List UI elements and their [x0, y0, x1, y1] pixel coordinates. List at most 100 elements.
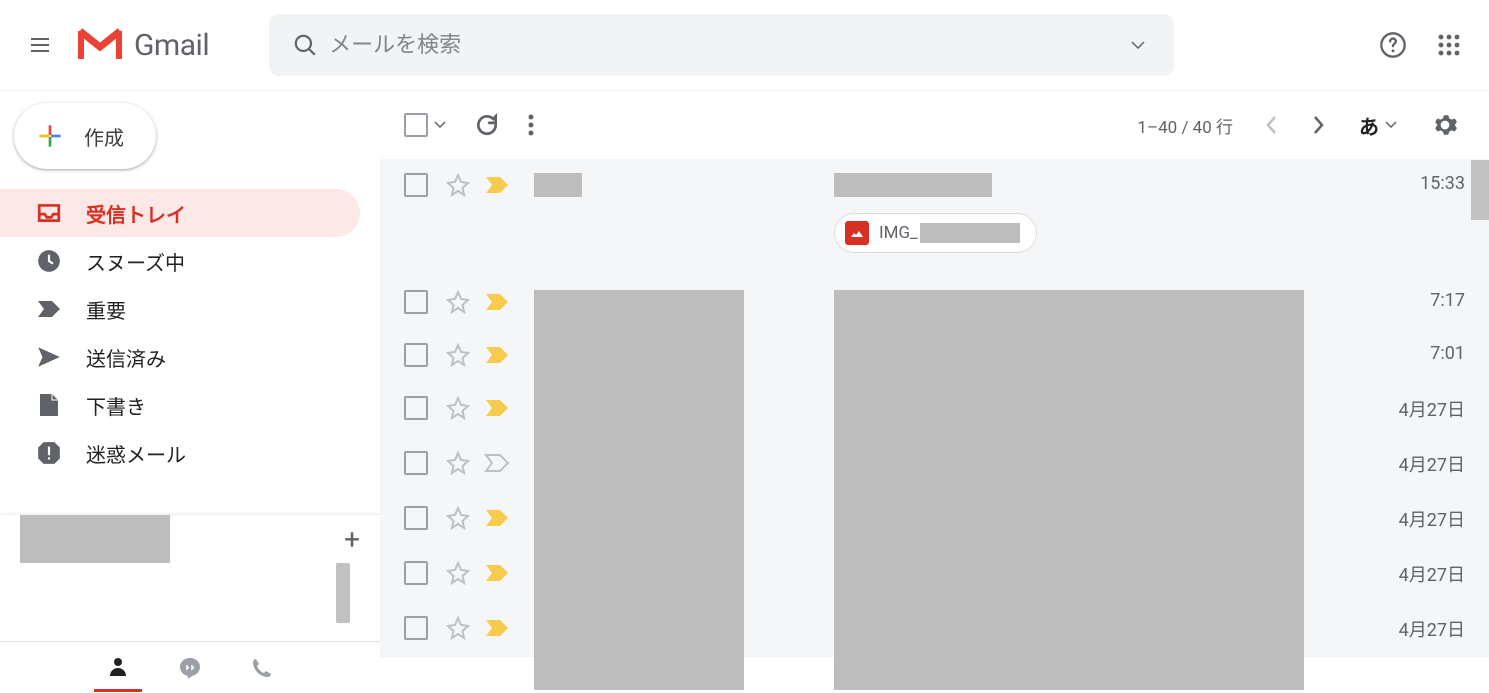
sidebar-item-spam[interactable]: 迷惑メール	[0, 429, 360, 477]
pager-next-button[interactable]	[1299, 105, 1339, 145]
chevron-down-icon	[1131, 41, 1145, 49]
subject-column-redacted	[834, 290, 1304, 690]
important-marker-icon[interactable]	[484, 453, 510, 473]
subject-redacted	[834, 173, 992, 197]
mail-row[interactable]: IMG_ 15:33	[380, 159, 1489, 276]
google-apps-button[interactable]	[1425, 21, 1473, 69]
sidebar-item-label: 送信済み	[86, 343, 166, 372]
draft-icon	[36, 392, 62, 418]
main-menu-button[interactable]	[16, 21, 64, 69]
important-marker-icon[interactable]	[484, 345, 510, 365]
star-icon[interactable]	[446, 343, 470, 367]
row-date: 4月27日	[1379, 561, 1465, 587]
row-checkbox[interactable]	[404, 506, 428, 530]
gmail-logo[interactable]: Gmail	[76, 27, 209, 63]
row-checkbox[interactable]	[404, 451, 428, 475]
sidebar-item-important[interactable]: 重要	[0, 285, 360, 333]
input-method-button[interactable]: あ	[1359, 111, 1397, 140]
settings-button[interactable]	[1425, 105, 1465, 145]
row-date: 7:17	[1410, 290, 1465, 311]
sidebar-item-label: 受信トレイ	[86, 199, 186, 228]
pager: 1–40 / 40 行 あ	[1137, 105, 1465, 145]
row-checkbox[interactable]	[404, 616, 428, 640]
star-icon[interactable]	[446, 506, 470, 530]
row-date: 4月27日	[1379, 506, 1465, 532]
page-scrollbar[interactable]	[1471, 160, 1489, 220]
important-marker-icon[interactable]	[484, 618, 510, 638]
lang-label: あ	[1359, 111, 1379, 140]
chevron-right-icon	[1313, 115, 1325, 135]
pager-text: 1–40 / 40 行	[1137, 113, 1233, 138]
important-marker-icon[interactable]	[484, 292, 510, 312]
main-content: 1–40 / 40 行 あ	[380, 91, 1489, 693]
compose-label: 作成	[84, 122, 124, 151]
more-button[interactable]	[528, 113, 534, 137]
refresh-button[interactable]	[474, 112, 500, 138]
attachment-label: IMG_	[879, 223, 918, 243]
checkbox-icon	[404, 113, 428, 137]
clock-icon	[36, 248, 62, 274]
star-icon[interactable]	[446, 616, 470, 640]
chevron-down-icon	[434, 121, 446, 129]
hangouts-tab-chats[interactable]	[166, 644, 214, 692]
hamburger-icon	[28, 33, 52, 57]
star-icon[interactable]	[446, 290, 470, 314]
sidebar: 作成 受信トレイ スヌーズ中 重要 送信済み 下書き 迷惑メール	[0, 91, 380, 693]
row-date: 15:33	[1400, 173, 1465, 194]
sidebar-item-drafts[interactable]: 下書き	[0, 381, 360, 429]
important-marker-icon[interactable]	[484, 563, 510, 583]
hangouts-new-button[interactable]: +	[344, 523, 360, 556]
sidebar-item-snoozed[interactable]: スヌーズ中	[0, 237, 360, 285]
row-checkbox[interactable]	[404, 561, 428, 585]
hangouts-header: +	[0, 515, 380, 563]
hangouts-user-redacted	[20, 515, 170, 563]
hangouts-tab-contacts[interactable]	[94, 644, 142, 692]
sidebar-item-label: 重要	[86, 295, 126, 324]
important-marker-icon[interactable]	[484, 175, 510, 195]
star-icon[interactable]	[446, 173, 470, 197]
search-input[interactable]	[329, 32, 1114, 58]
star-icon[interactable]	[446, 396, 470, 420]
sender-column-redacted	[534, 290, 744, 690]
star-icon[interactable]	[446, 451, 470, 475]
hangouts-icon	[178, 656, 202, 680]
search-box[interactable]	[269, 14, 1174, 76]
hangouts-tab-calls[interactable]	[238, 644, 286, 692]
toolbar: 1–40 / 40 行 あ	[380, 91, 1489, 159]
row-date: 4月27日	[1379, 616, 1465, 642]
important-marker-icon[interactable]	[484, 398, 510, 418]
header-actions	[1369, 21, 1473, 69]
row-checkbox[interactable]	[404, 173, 428, 197]
row-checkbox[interactable]	[404, 343, 428, 367]
person-icon	[106, 654, 130, 678]
refresh-icon	[474, 112, 500, 138]
row-date: 4月27日	[1379, 451, 1465, 477]
hangouts-tabs	[0, 641, 380, 693]
star-icon[interactable]	[446, 561, 470, 585]
row-date: 4月27日	[1379, 396, 1465, 422]
help-button[interactable]	[1369, 21, 1417, 69]
sidebar-item-label: 下書き	[86, 391, 146, 420]
row-checkbox[interactable]	[404, 290, 428, 314]
inbox-icon	[36, 200, 62, 226]
important-marker-icon[interactable]	[484, 508, 510, 528]
sidebar-item-label: 迷惑メール	[86, 439, 186, 468]
select-all-checkbox[interactable]	[404, 113, 446, 137]
more-vert-icon	[528, 113, 534, 137]
search-icon[interactable]	[281, 21, 329, 69]
image-attachment-icon	[845, 221, 869, 245]
compose-button[interactable]: 作成	[14, 103, 156, 169]
row-sender	[534, 173, 814, 197]
row-checkbox[interactable]	[404, 396, 428, 420]
chevron-down-icon	[1385, 121, 1397, 129]
search-options-dropdown[interactable]	[1114, 21, 1162, 69]
spam-icon	[36, 440, 62, 466]
gear-icon	[1432, 112, 1458, 138]
sidebar-item-inbox[interactable]: 受信トレイ	[0, 189, 360, 237]
gmail-m-icon	[76, 27, 124, 63]
pager-prev-button[interactable]	[1251, 105, 1291, 145]
sidebar-item-sent[interactable]: 送信済み	[0, 333, 360, 381]
hangouts-scrollbar[interactable]	[336, 563, 350, 623]
attachment-chip[interactable]: IMG_	[834, 213, 1037, 253]
row-subject: IMG_	[834, 173, 1400, 253]
